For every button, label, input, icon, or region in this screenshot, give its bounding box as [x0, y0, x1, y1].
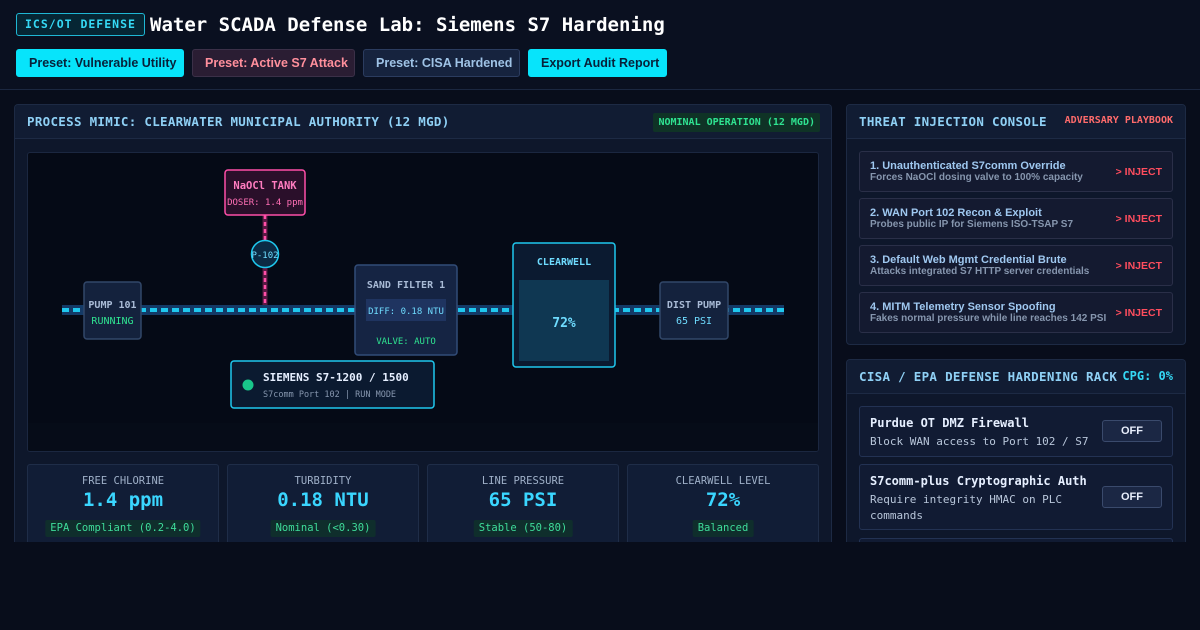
dosing-pump-p102[interactable]: P-102: [250, 239, 280, 269]
cpg-score: CPG: 0%: [1122, 369, 1173, 383]
defense-item-2: S7comm-plus Cryptographic Auth Require i…: [859, 464, 1173, 530]
mimic-panel-header: PROCESS MIMIC: CLEARWATER MUNICIPAL AUTH…: [15, 105, 831, 139]
filter-title: SAND FILTER 1: [367, 280, 445, 291]
inject-button[interactable]: > INJECT: [1116, 166, 1162, 178]
inject-button[interactable]: > INJECT: [1116, 260, 1162, 272]
threat-item-4[interactable]: 4. MITM Telemetry Sensor Spoofing Fakes …: [859, 292, 1173, 333]
threat-desc: Fakes normal pressure while line reaches…: [870, 313, 1107, 324]
metric-value: 0.18 NTU: [277, 489, 369, 511]
defense-title: S7comm-plus Cryptographic Auth: [870, 474, 1087, 488]
threat-title: 1. Unauthenticated S7comm Override: [870, 160, 1066, 172]
metric-status-tag: EPA Compliant (0.2-4.0): [45, 520, 201, 537]
metric-free-chlorine: FREE CHLORINE 1.4 ppm EPA Compliant (0.2…: [27, 464, 219, 542]
clearwell-tank[interactable]: CLEARWELL 72%: [512, 242, 616, 368]
threat-item-1[interactable]: 1. Unauthenticated S7comm Override Force…: [859, 151, 1173, 192]
threat-title: 3. Default Web Mgmt Credential Brute: [870, 254, 1067, 266]
metric-value: 1.4 ppm: [82, 489, 164, 511]
pump101-status: RUNNING: [91, 316, 133, 327]
preset-hardened-button[interactable]: Preset: CISA Hardened: [363, 49, 520, 77]
defense-toggle-button[interactable]: OFF: [1102, 420, 1162, 442]
clearwell-title: CLEARWELL: [537, 257, 591, 268]
defense-item-3: [859, 538, 1173, 542]
dist-pump-pressure: 65 PSI: [676, 316, 712, 327]
defense-toggle-button[interactable]: OFF: [1102, 486, 1162, 508]
metric-turbidity: TURBIDITY 0.18 NTU Nominal (<0.30): [227, 464, 419, 542]
metric-label: TURBIDITY: [294, 475, 352, 487]
tank-doser-readout: DOSER: 1.4 ppm: [227, 198, 303, 208]
defense-hardening-panel: CISA / EPA DEFENSE HARDENING RACK CPG: 0…: [846, 359, 1186, 542]
filter-diff-readout: DIFF: 0.18 NTU: [368, 307, 444, 317]
metric-value: 65 PSI: [488, 489, 558, 511]
pump-101[interactable]: PUMP 101 RUNNING: [83, 281, 142, 340]
defense-desc: Require integrity HMAC on PLC commands: [870, 493, 1063, 522]
page-title: Water SCADA Defense Lab: Siemens S7 Hard…: [150, 14, 665, 36]
defense-panel-header: CISA / EPA DEFENSE HARDENING RACK CPG: 0…: [847, 360, 1185, 394]
threat-panel-header: THREAT INJECTION CONSOLE ADVERSARY PLAYB…: [847, 105, 1185, 139]
siemens-plc[interactable]: SIEMENS S7-1200 / 1500 S7comm Port 102 |…: [230, 360, 435, 409]
metric-status-tag: Balanced: [692, 520, 754, 537]
metric-label: FREE CHLORINE: [81, 475, 165, 487]
metric-value: 72%: [705, 489, 741, 511]
inject-button[interactable]: > INJECT: [1116, 213, 1162, 225]
adversary-playbook-label: ADVERSARY PLAYBOOK: [1064, 115, 1173, 126]
dist-pump-title: DIST PUMP: [667, 300, 721, 311]
filter-valve-status: VALVE: AUTO: [376, 337, 436, 347]
inject-button[interactable]: > INJECT: [1116, 307, 1162, 319]
threat-desc: Probes public IP for Siemens ISO-TSAP S7: [870, 219, 1074, 230]
metric-line-pressure: LINE PRESSURE 65 PSI Stable (50-80): [427, 464, 619, 542]
threat-desc: Forces NaOCl dosing valve to 100% capaci…: [870, 172, 1083, 183]
domain-badge: ICS/OT DEFENSE: [16, 13, 145, 36]
distribution-pump[interactable]: DIST PUMP 65 PSI: [659, 281, 729, 340]
tank-title: NaOCl TANK: [233, 180, 297, 192]
metric-label: LINE PRESSURE: [481, 475, 565, 487]
process-mimic-canvas: NaOCl TANK DOSER: 1.4 ppm P-102 PUMP 101…: [27, 152, 819, 452]
process-diagram: NaOCl TANK DOSER: 1.4 ppm P-102 PUMP 101…: [28, 169, 818, 451]
export-audit-button[interactable]: Export Audit Report: [528, 49, 667, 77]
preset-vulnerable-button[interactable]: Preset: Vulnerable Utility: [16, 49, 184, 77]
pump-p102-label: P-102: [251, 251, 278, 261]
plc-run-indicator: [242, 379, 254, 391]
threat-title: 4. MITM Telemetry Sensor Spoofing: [870, 301, 1056, 313]
threat-injection-panel: THREAT INJECTION CONSOLE ADVERSARY PLAYB…: [846, 104, 1186, 345]
defense-item-1: Purdue OT DMZ Firewall Block WAN access …: [859, 406, 1173, 457]
defense-desc: Block WAN access to Port 102 / S7: [870, 435, 1089, 448]
threat-title: 2. WAN Port 102 Recon & Exploit: [870, 207, 1042, 219]
metric-status-tag: Nominal (<0.30): [270, 520, 376, 537]
threat-item-2[interactable]: 2. WAN Port 102 Recon & Exploit Probes p…: [859, 198, 1173, 239]
mimic-panel-title: PROCESS MIMIC: CLEARWATER MUNICIPAL AUTH…: [27, 114, 450, 129]
metric-clearwell-level: CLEARWELL LEVEL 72% Balanced: [627, 464, 819, 542]
defense-panel-title: CISA / EPA DEFENSE HARDENING RACK: [859, 369, 1118, 384]
plc-title: SIEMENS S7-1200 / 1500: [263, 371, 409, 384]
threat-panel-title: THREAT INJECTION CONSOLE: [859, 114, 1047, 129]
threat-desc: Attacks integrated S7 HTTP server creden…: [870, 266, 1090, 277]
top-bar: ICS/OT DEFENSE Water SCADA Defense Lab: …: [0, 0, 1200, 90]
operation-status-badge: NOMINAL OPERATION (12 MGD): [653, 113, 820, 132]
threat-item-3[interactable]: 3. Default Web Mgmt Credential Brute Att…: [859, 245, 1173, 286]
plc-status: S7comm Port 102 | RUN MODE: [263, 390, 396, 400]
metric-status-tag: Stable (50-80): [473, 520, 573, 537]
pump101-title: PUMP 101: [88, 300, 136, 311]
defense-title: Purdue OT DMZ Firewall: [870, 416, 1029, 430]
metric-label: CLEARWELL LEVEL: [675, 475, 771, 487]
clearwell-level-readout: 72%: [552, 316, 576, 331]
naocl-tank[interactable]: NaOCl TANK DOSER: 1.4 ppm: [224, 169, 306, 216]
process-mimic-panel: PROCESS MIMIC: CLEARWATER MUNICIPAL AUTH…: [14, 104, 832, 542]
sand-filter-1[interactable]: SAND FILTER 1 DIFF: 0.18 NTU VALVE: AUTO: [354, 264, 458, 356]
preset-attack-button[interactable]: Preset: Active S7 Attack: [192, 49, 355, 77]
